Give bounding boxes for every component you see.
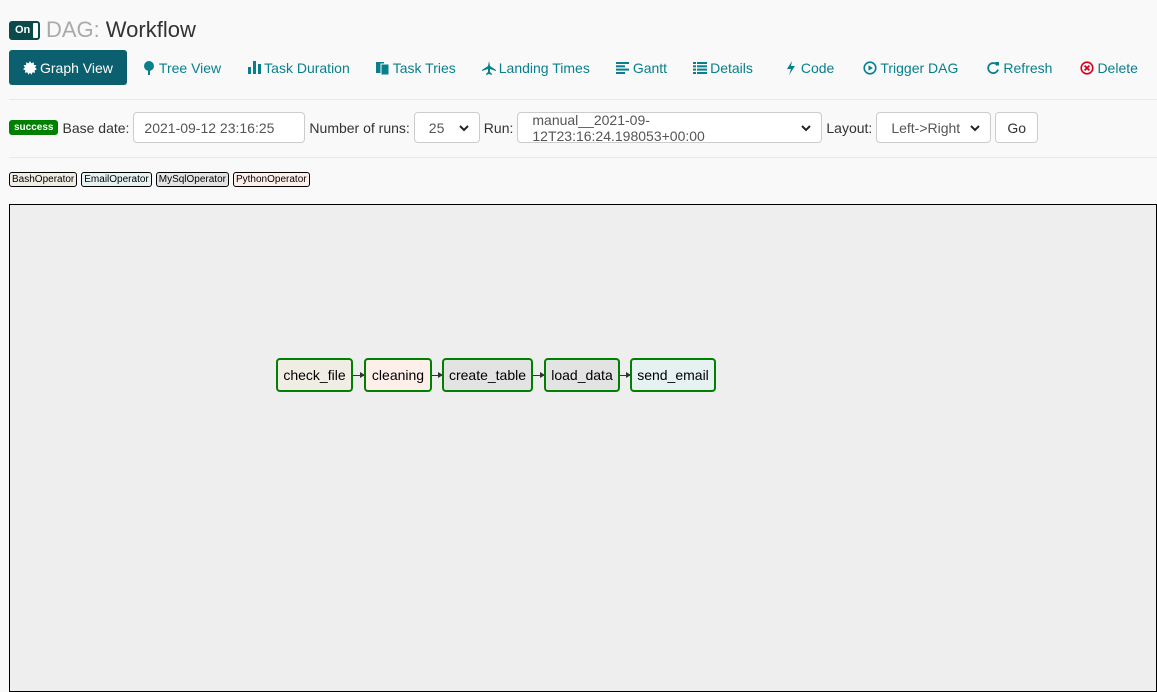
- layout-label: Layout:: [826, 119, 873, 136]
- tab-gantt[interactable]: Gantt: [603, 50, 680, 85]
- toggle-label: On: [15, 23, 31, 36]
- task-edge: [533, 372, 545, 378]
- tab-tree-view[interactable]: Tree View: [127, 50, 234, 85]
- task-node-load-data[interactable]: load_data: [544, 358, 620, 392]
- chevron-down-icon: [459, 123, 469, 133]
- dag-title-row: On DAG: Workflow: [9, 16, 196, 44]
- flash-icon: [784, 60, 798, 75]
- task-edge: [620, 372, 631, 378]
- task-node-cleaning[interactable]: cleaning: [364, 358, 432, 392]
- go-label: Go: [1007, 119, 1026, 136]
- task-node-send-email[interactable]: send_email: [630, 358, 716, 392]
- task-label: load_data: [551, 367, 613, 383]
- tab-label: Task Duration: [264, 59, 350, 76]
- base-date-label: Base date:: [62, 119, 130, 136]
- legend-bash-operator[interactable]: BashOperator: [9, 172, 78, 187]
- tab-task-tries[interactable]: Task Tries: [363, 50, 469, 85]
- delete-dag-button[interactable]: Delete: [1065, 50, 1150, 85]
- tab-label: Code: [800, 59, 835, 76]
- dag-pause-toggle[interactable]: On: [9, 20, 40, 40]
- chevron-down-icon: [970, 123, 981, 133]
- plane-icon: [481, 60, 496, 75]
- dag-run-state-badge: success: [9, 120, 59, 135]
- refresh-icon: [986, 61, 1000, 75]
- run-label: Run:: [483, 119, 514, 136]
- dag-graph-canvas[interactable]: check_file cleaning create_table load_da…: [9, 204, 1157, 692]
- trigger-dag-button[interactable]: Trigger DAG: [847, 50, 971, 85]
- remove-circle-icon: [1080, 60, 1095, 75]
- task-label: send_email: [637, 367, 709, 383]
- task-label: create_table: [448, 367, 527, 383]
- play-circle-icon: [863, 60, 877, 75]
- tab-label: Trigger DAG: [880, 59, 959, 76]
- operator-legend: BashOperator EmailOperator MySqlOperator…: [9, 172, 310, 187]
- divider: [9, 157, 1157, 158]
- task-node-create-table[interactable]: create_table: [442, 358, 533, 392]
- legend-python-operator[interactable]: PythonOperator: [232, 172, 310, 187]
- align-left-icon: [616, 61, 630, 75]
- tab-landing-times[interactable]: Landing Times: [469, 50, 603, 85]
- list-icon: [693, 61, 708, 75]
- num-runs-label: Number of runs:: [309, 119, 410, 136]
- tab-label: Tree View: [158, 59, 222, 76]
- tab-label: Landing Times: [498, 59, 590, 76]
- tab-label: Delete: [1097, 59, 1138, 76]
- run-value: manual__2021-09-12T23:16:24.198053+00:00: [532, 111, 705, 144]
- layout-value: Left->Right: [891, 119, 961, 136]
- num-runs-select[interactable]: 25: [413, 112, 480, 143]
- task-node-check-file[interactable]: check_file: [276, 358, 353, 392]
- tab-task-duration[interactable]: Task Duration: [234, 50, 363, 85]
- tab-label: Refresh: [1003, 59, 1053, 76]
- bar-chart-icon: [247, 61, 261, 75]
- graph-controls: success Base date: 2021-09-12 23:16:25 N…: [9, 111, 1038, 144]
- legend-mysql-operator[interactable]: MySqlOperator: [155, 172, 229, 187]
- certificate-icon: [23, 60, 37, 75]
- dag-prefix: DAG:: [46, 17, 100, 42]
- dag-view-nav: Graph View Tree View Task Duration Task …: [9, 50, 1151, 85]
- tab-details[interactable]: Details: [680, 50, 766, 85]
- tab-label: Graph View: [40, 59, 113, 76]
- base-date-input[interactable]: 2021-09-12 23:16:25: [133, 112, 306, 143]
- base-date-value: 2021-09-12 23:16:25: [144, 119, 275, 136]
- task-edge: [432, 372, 443, 378]
- files-icon: [375, 61, 390, 75]
- go-button[interactable]: Go: [995, 112, 1038, 143]
- tree-icon: [142, 60, 156, 75]
- chevron-down-icon: [801, 123, 812, 133]
- dag-name: Workflow: [105, 17, 196, 42]
- task-label: check_file: [283, 367, 346, 383]
- tab-label: Gantt: [632, 59, 668, 76]
- refresh-button[interactable]: Refresh: [971, 50, 1065, 85]
- num-runs-value: 25: [428, 119, 445, 136]
- layout-select[interactable]: Left->Right: [876, 112, 992, 143]
- task-label: cleaning: [371, 367, 425, 383]
- legend-email-operator[interactable]: EmailOperator: [81, 172, 152, 187]
- task-edge: [353, 372, 365, 378]
- tab-graph-view[interactable]: Graph View: [9, 50, 127, 85]
- divider: [9, 99, 1157, 100]
- tab-label: Task Tries: [392, 59, 456, 76]
- tab-label: Details: [710, 59, 753, 76]
- toggle-knob: [33, 22, 38, 38]
- tab-code[interactable]: Code: [766, 50, 847, 85]
- run-select[interactable]: manual__2021-09-12T23:16:24.198053+00:00: [517, 111, 823, 144]
